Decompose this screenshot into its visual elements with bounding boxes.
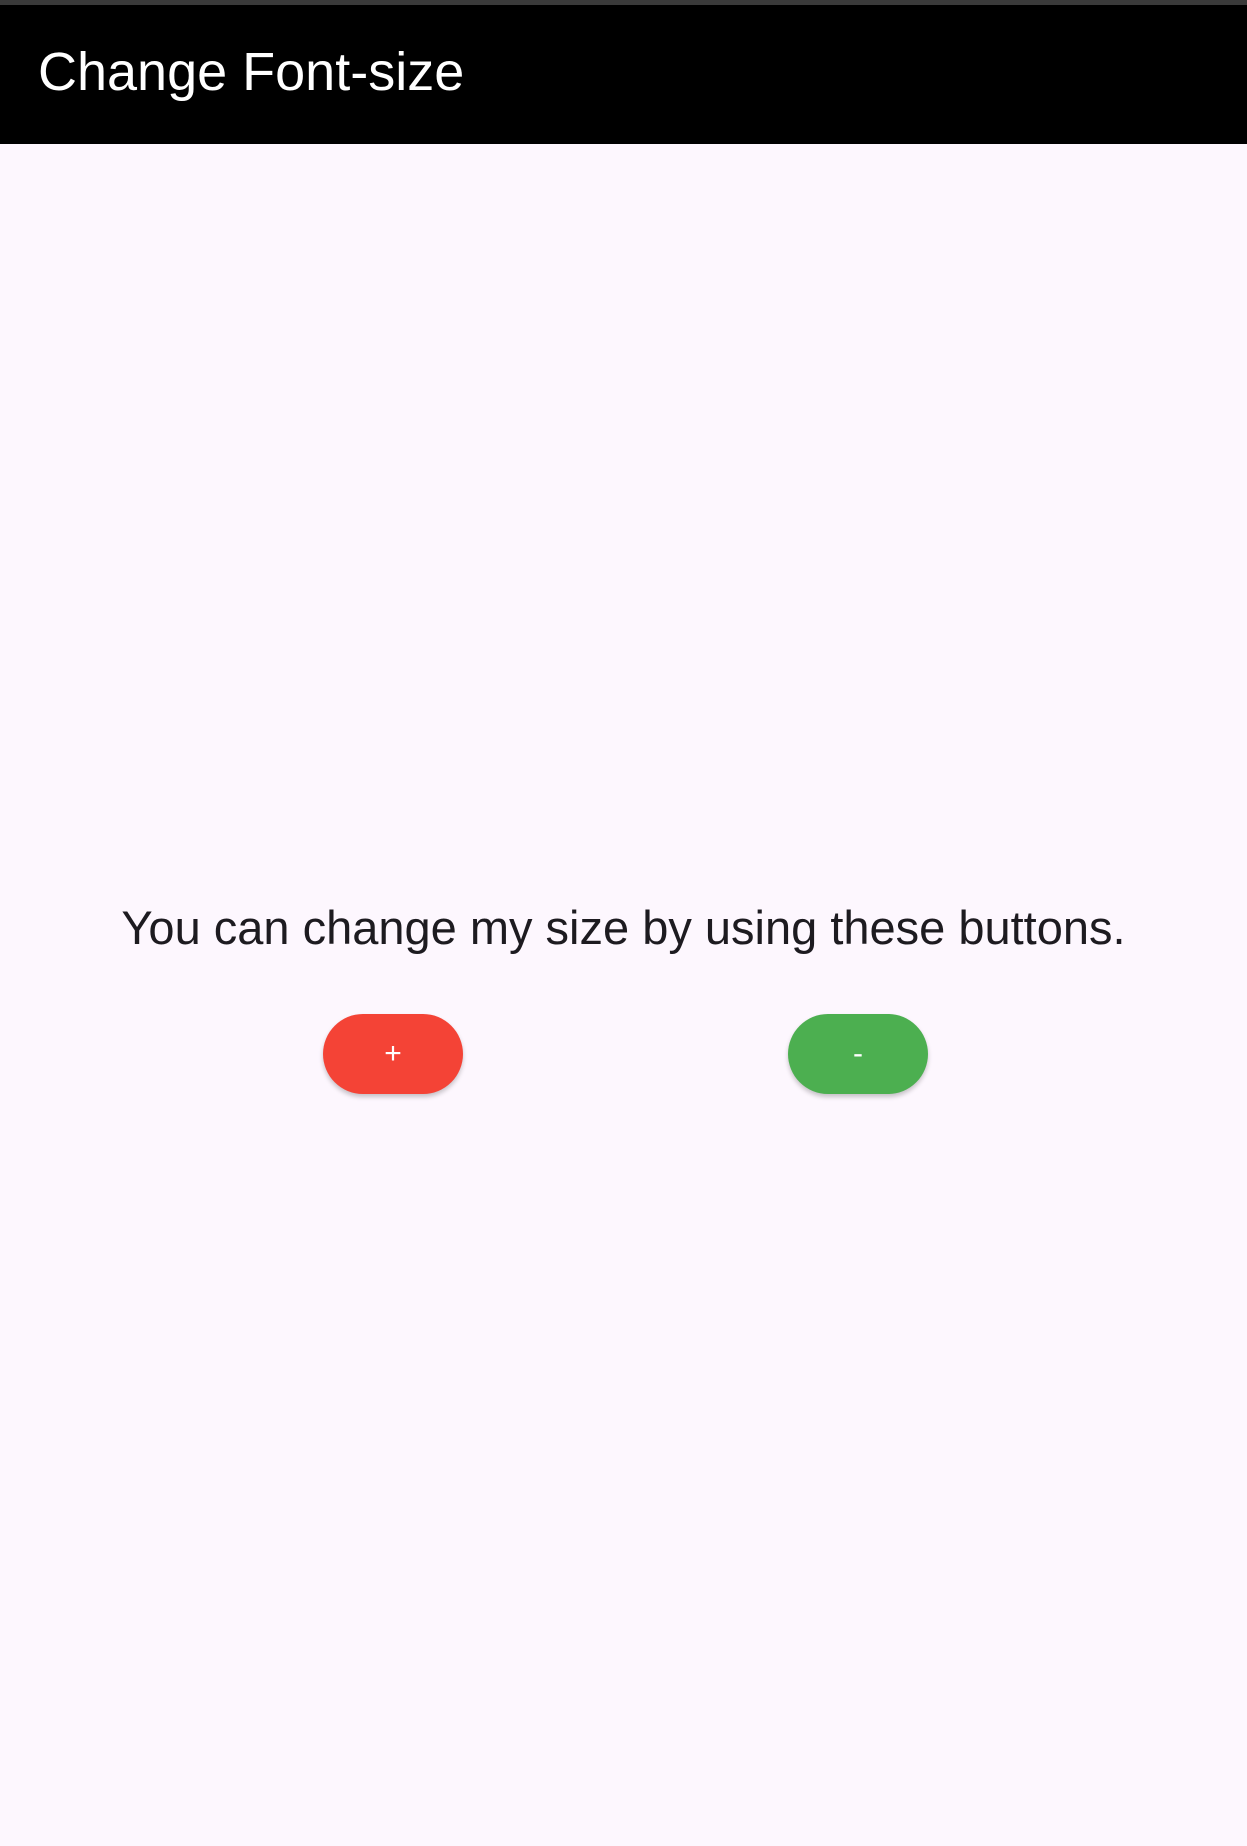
resizable-message-text: You can change my size by using these bu…	[121, 901, 1126, 954]
app-bar: Change Font-size	[0, 5, 1247, 144]
main-content: You can change my size by using these bu…	[0, 144, 1247, 1846]
app-title: Change Font-size	[38, 41, 465, 102]
increase-font-label: +	[384, 1037, 402, 1070]
decrease-font-button[interactable]: -	[788, 1014, 928, 1094]
increase-font-button[interactable]: +	[323, 1014, 463, 1094]
decrease-font-label: -	[853, 1037, 863, 1070]
